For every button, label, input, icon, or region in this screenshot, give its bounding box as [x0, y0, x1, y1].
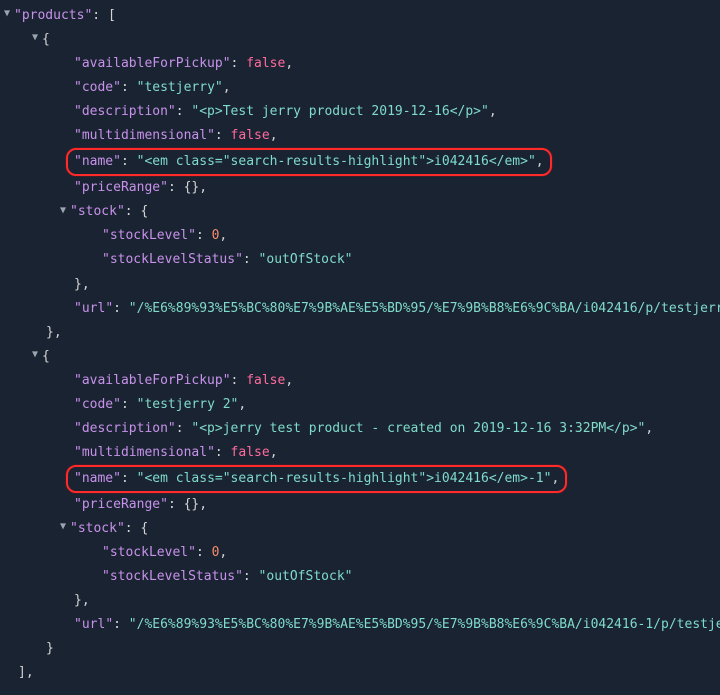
- key-label: name: [82, 154, 113, 169]
- json-row[interactable]: "stockLevelStatus": "outOfStock": [4, 248, 716, 272]
- json-value: testjerry 2: [144, 397, 230, 412]
- json-value: false: [231, 128, 270, 143]
- key-label: name: [82, 471, 113, 486]
- key-label: stock: [78, 204, 117, 219]
- json-row[interactable]: },: [4, 589, 716, 613]
- json-value: {}: [184, 497, 200, 512]
- json-row[interactable]: ▼{: [4, 345, 716, 369]
- key-label: code: [82, 397, 113, 412]
- json-row[interactable]: },: [4, 321, 716, 345]
- key-label: stock: [78, 521, 117, 536]
- key-label: stockLevel: [110, 228, 188, 243]
- json-row[interactable]: "priceRange": {},: [4, 176, 716, 200]
- json-value: {}: [184, 180, 200, 195]
- key-label: priceRange: [82, 180, 160, 195]
- json-row[interactable]: "availableForPickup": false,: [4, 52, 716, 76]
- json-value: false: [246, 373, 285, 388]
- json-value: testjerry: [144, 80, 214, 95]
- json-value: false: [231, 445, 270, 460]
- json-row[interactable]: "stockLevelStatus": "outOfStock": [4, 565, 716, 589]
- json-row[interactable]: "description": "<p>jerry test product - …: [4, 417, 716, 441]
- json-row[interactable]: "multidimensional": false,: [4, 124, 716, 148]
- json-row[interactable]: ▼"stock": {: [4, 517, 716, 541]
- highlighted-row[interactable]: "name": "<em class="search-results-highl…: [4, 465, 716, 493]
- expand-toggle-icon[interactable]: ▼: [32, 346, 42, 365]
- json-row[interactable]: "stockLevel": 0,: [4, 541, 716, 565]
- highlight-box: "name": "<em class="search-results-highl…: [66, 465, 567, 493]
- key-label: url: [82, 617, 105, 632]
- json-value: <em class="search-results-highlight">i04…: [144, 154, 528, 169]
- expand-toggle-icon[interactable]: ▼: [4, 5, 14, 24]
- json-row[interactable]: "availableForPickup": false,: [4, 369, 716, 393]
- json-row[interactable]: "stockLevel": 0,: [4, 224, 716, 248]
- json-row[interactable]: }: [4, 637, 716, 661]
- json-value: /%E6%89%93%E5%BC%80%E7%9B%AE%E5%BD%95/%E…: [137, 617, 720, 632]
- json-row[interactable]: "priceRange": {},: [4, 493, 716, 517]
- json-row[interactable]: "url": "/%E6%89%93%E5%BC%80%E7%9B%AE%E5%…: [4, 613, 716, 637]
- key-label: availableForPickup: [82, 56, 223, 71]
- key-label: description: [82, 421, 168, 436]
- key-label: code: [82, 80, 113, 95]
- json-row[interactable]: ▼"products": [: [4, 4, 716, 28]
- json-value: outOfStock: [266, 252, 344, 267]
- json-row[interactable]: },: [4, 273, 716, 297]
- json-viewer: ▼"products": [ ▼{ "availableForPickup": …: [0, 0, 720, 695]
- key-label: stockLevel: [110, 545, 188, 560]
- json-row[interactable]: "multidimensional": false,: [4, 441, 716, 465]
- json-row[interactable]: ▼"stock": {: [4, 200, 716, 224]
- json-value: <em class="search-results-highlight">i04…: [144, 471, 543, 486]
- expand-toggle-icon[interactable]: ▼: [32, 29, 42, 48]
- json-row[interactable]: ▼{: [4, 28, 716, 52]
- json-row[interactable]: "description": "<p>Test jerry product 20…: [4, 100, 716, 124]
- json-row[interactable]: ],: [4, 661, 716, 685]
- json-row[interactable]: "url": "/%E6%89%93%E5%BC%80%E7%9B%AE%E5%…: [4, 297, 716, 321]
- key-label: stockLevelStatus: [110, 569, 235, 584]
- json-value: /%E6%89%93%E5%BC%80%E7%9B%AE%E5%BD%95/%E…: [137, 301, 720, 316]
- root-key: products: [22, 8, 85, 23]
- key-label: availableForPickup: [82, 373, 223, 388]
- key-label: multidimensional: [82, 128, 207, 143]
- key-label: priceRange: [82, 497, 160, 512]
- json-value: outOfStock: [266, 569, 344, 584]
- json-row[interactable]: "code": "testjerry 2",: [4, 393, 716, 417]
- json-value: false: [246, 56, 285, 71]
- json-value: <p>jerry test product - created on 2019-…: [199, 421, 637, 436]
- highlighted-row[interactable]: "name": "<em class="search-results-highl…: [4, 148, 716, 176]
- expand-toggle-icon[interactable]: ▼: [60, 202, 70, 221]
- highlight-box: "name": "<em class="search-results-highl…: [66, 148, 552, 176]
- expand-toggle-icon[interactable]: ▼: [60, 518, 70, 537]
- key-label: description: [82, 104, 168, 119]
- json-row[interactable]: "code": "testjerry",: [4, 76, 716, 100]
- key-label: stockLevelStatus: [110, 252, 235, 267]
- key-label: url: [82, 301, 105, 316]
- key-label: multidimensional: [82, 445, 207, 460]
- json-value: <p>Test jerry product 2019-12-16</p>: [199, 104, 481, 119]
